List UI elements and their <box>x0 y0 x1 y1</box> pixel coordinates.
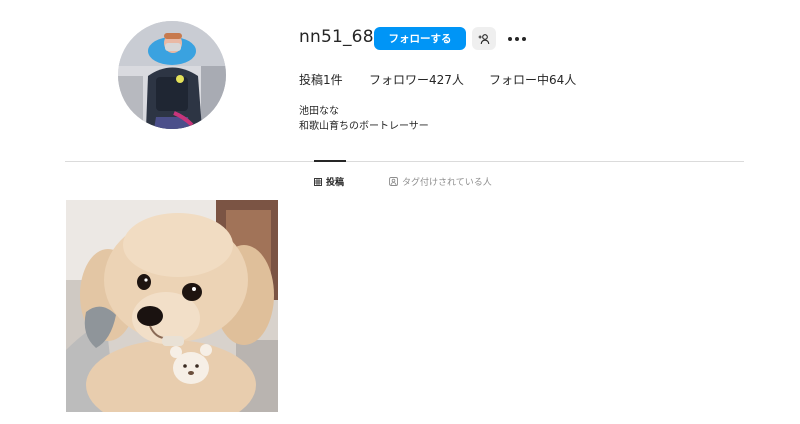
post-photo <box>66 200 278 412</box>
tab-posts-label: 投稿 <box>326 178 345 188</box>
bio-name: 池田なな <box>299 106 339 117</box>
suggest-accounts-button[interactable] <box>472 27 496 50</box>
follow-button[interactable]: フォローする <box>374 27 466 50</box>
tab-tagged-label: タグ付けされている人 <box>402 178 492 188</box>
profile-page: nn51_68 フォローする 投稿1件 フォロワー427人 フォロー中64人 池… <box>0 0 800 424</box>
more-dots-icon <box>508 37 512 41</box>
tag-person-icon <box>389 177 398 186</box>
grid-icon <box>314 177 322 186</box>
more-dot <box>522 37 526 41</box>
bio-text: 和歌山育ちのボートレーサー <box>299 121 429 132</box>
tab-tagged[interactable]: タグ付けされている人 <box>389 175 492 188</box>
following-count[interactable]: フォロー中64人 <box>489 71 576 88</box>
followers-count[interactable]: フォロワー427人 <box>369 71 464 88</box>
profile-avatar[interactable] <box>118 21 226 129</box>
avatar-photo <box>118 21 226 129</box>
tabs-divider <box>65 161 744 162</box>
tab-posts[interactable]: 投稿 <box>314 175 344 188</box>
profile-username: nn51_68 <box>299 27 374 47</box>
active-tab-indicator <box>314 160 346 162</box>
more-options-button[interactable] <box>504 28 530 50</box>
more-dot <box>515 37 519 41</box>
post-thumbnail[interactable] <box>66 200 278 412</box>
posts-count: 投稿1件 <box>299 73 343 87</box>
person-plus-icon <box>478 33 490 44</box>
